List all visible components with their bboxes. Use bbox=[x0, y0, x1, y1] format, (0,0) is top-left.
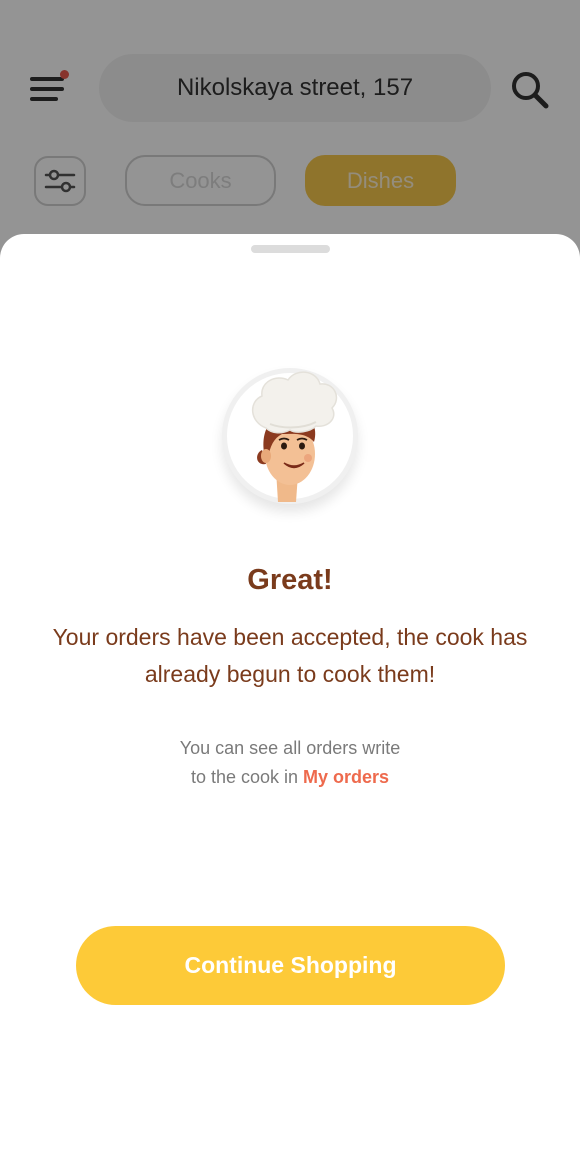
hint-line-1: You can see all orders write bbox=[179, 738, 401, 758]
order-success-sheet: Great! Your orders have been accepted, t… bbox=[0, 234, 580, 1161]
success-title: Great! bbox=[247, 564, 333, 596]
my-orders-link[interactable]: My orders bbox=[303, 767, 389, 787]
chef-illustration-icon bbox=[252, 371, 338, 502]
hint-line-2: to the cook in My orders bbox=[90, 763, 490, 792]
sheet-grabber-handle[interactable] bbox=[251, 245, 330, 253]
success-message: Your orders have been accepted, the cook… bbox=[52, 624, 528, 687]
continue-shopping-button[interactable]: Continue Shopping bbox=[76, 926, 505, 1005]
continue-shopping-label: Continue Shopping bbox=[184, 952, 397, 978]
orders-hint: You can see all orders write to the cook… bbox=[90, 734, 490, 792]
chef-avatar bbox=[200, 342, 380, 522]
hint-line-2-prefix: to the cook in bbox=[190, 767, 299, 787]
